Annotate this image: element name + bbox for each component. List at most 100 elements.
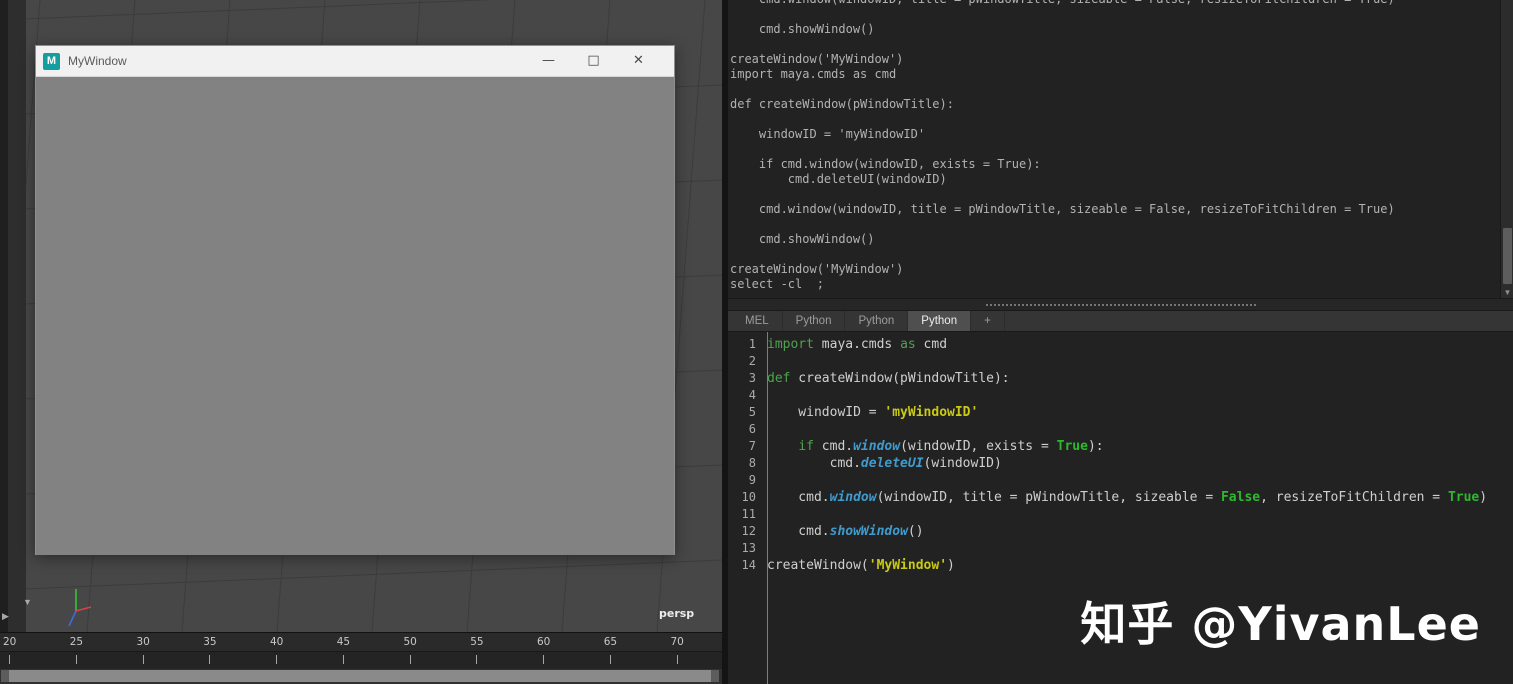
timeline-tick-label: 70	[670, 636, 684, 648]
code-text: cmd.showWindow()	[767, 524, 924, 539]
code-line[interactable]: 7 if cmd.window(windowID, exists = True)…	[728, 438, 1513, 455]
mywindow-titlebar[interactable]: M MyWindow — □ ✕	[36, 46, 674, 77]
scrollbar-thumb[interactable]	[1503, 228, 1512, 284]
history-lines: cmd.window(windowID, title = pWindowTitl…	[728, 0, 1513, 292]
maya-logo-icon: M	[43, 52, 60, 70]
timeline-tick-mark	[676, 655, 678, 664]
history-line	[730, 187, 1513, 202]
code-text: cmd.deleteUI(windowID)	[767, 456, 1002, 471]
code-line[interactable]: 8 cmd.deleteUI(windowID)	[728, 455, 1513, 472]
tab-bar: MEL Python Python Python +	[728, 311, 1513, 332]
window-controls: — □ ✕	[526, 46, 661, 77]
axis-gizmo-icon	[68, 589, 92, 627]
history-line: cmd.showWindow()	[730, 22, 875, 36]
timeline-tick-mark	[75, 655, 77, 664]
timeline-tick-label: 60	[537, 636, 551, 648]
history-pane[interactable]: cmd.window(windowID, title = pWindowTitl…	[728, 0, 1513, 298]
code-line[interactable]: 1 import maya.cmds as cmd	[728, 336, 1513, 353]
scroll-down-icon[interactable]: ▼	[1501, 288, 1513, 297]
line-number: 7	[748, 439, 756, 453]
history-line	[730, 112, 1513, 127]
code-line[interactable]: 10 cmd.window(windowID, title = pWindowT…	[728, 489, 1513, 506]
history-line: def createWindow(pWindowTitle):	[730, 97, 954, 111]
line-number: 10	[741, 490, 756, 504]
code-line[interactable]: 11	[728, 506, 1513, 523]
history-scrollbar[interactable]: ▼	[1500, 0, 1513, 298]
history-line	[730, 142, 1513, 157]
timeline-tick-mark	[142, 655, 144, 664]
script-editor: cmd.window(windowID, title = pWindowTitl…	[728, 0, 1513, 684]
timeline-tick-label: 65	[603, 636, 618, 648]
history-line: cmd.showWindow()	[730, 232, 875, 246]
code-line[interactable]: 12 cmd.showWindow()	[728, 523, 1513, 540]
panel-expand-arrow-icon[interactable]: ▶	[2, 611, 9, 622]
pane-splitter[interactable]	[728, 298, 1513, 311]
timeline-tick-label: 50	[403, 636, 417, 648]
code-text: def createWindow(pWindowTitle):	[767, 371, 1010, 386]
timeline-tick-mark	[543, 655, 544, 664]
maximize-button[interactable]: □	[571, 46, 616, 77]
line-number: 3	[748, 371, 756, 385]
script-tab-mel[interactable]: MEL	[732, 311, 783, 331]
code-text: createWindow('MyWindow')	[767, 558, 955, 573]
panel-edge	[0, 0, 26, 632]
timeline-tick-mark	[476, 655, 478, 664]
history-line: import maya.cmds as cmd	[730, 67, 897, 81]
line-number: 6	[748, 422, 756, 436]
code-text: cmd.window(windowID, title = pWindowTitl…	[767, 490, 1488, 505]
timeline-tick-mark	[9, 655, 10, 664]
timeline-tick-mark	[409, 655, 411, 664]
timeline-tick-label: 30	[136, 636, 150, 648]
timeline-tick-mark	[342, 655, 344, 664]
code-line[interactable]: 13	[728, 540, 1513, 557]
timeline-tick-label: 25	[69, 636, 84, 648]
code-text: if cmd.window(windowID, exists = True):	[798, 439, 1104, 454]
code-line[interactable]: 2	[728, 353, 1513, 370]
history-line: cmd.deleteUI(windowID)	[730, 172, 947, 186]
timeline-tick-label: 20	[3, 636, 17, 648]
code-line[interactable]: 4	[728, 387, 1513, 404]
history-line: createWindow('MyWindow')	[730, 52, 904, 66]
code-line[interactable]: 5 windowID = 'myWindowID'	[728, 404, 1513, 421]
line-number: 9	[748, 473, 756, 487]
maya-application: ▼ ▶ persp M MyWindow — □ ✕ 20 25 30 35 4…	[0, 0, 1513, 684]
close-button[interactable]: ✕	[616, 46, 661, 77]
history-line	[730, 247, 1513, 262]
minimize-button[interactable]: —	[526, 46, 571, 77]
timeline-tick-mark	[209, 655, 211, 664]
range-slider[interactable]	[0, 669, 722, 684]
line-number: 4	[748, 388, 756, 402]
timeline-tick-mark	[276, 655, 277, 664]
history-line: cmd.window(windowID, title = pWindowTitl…	[730, 0, 1513, 7]
code-line[interactable]: 3 def createWindow(pWindowTitle):	[728, 370, 1513, 387]
time-slider[interactable]: 20 25 30 35 40 45 50 55 60 65 70	[0, 632, 722, 670]
line-number: 8	[748, 456, 756, 470]
panel-collapse-arrow-icon[interactable]: ▼	[23, 597, 32, 607]
watermark: 知乎 @YivanLee	[1080, 597, 1481, 651]
timeline-tick-mark	[609, 655, 611, 664]
timeline-tick-label: 35	[203, 636, 217, 648]
history-line	[730, 7, 1513, 22]
perspective-viewport[interactable]: ▼ ▶ persp M MyWindow — □ ✕	[0, 0, 722, 632]
history-line	[730, 82, 1513, 97]
script-tab-python[interactable]: Python	[783, 311, 846, 331]
code-line[interactable]: 6	[728, 421, 1513, 438]
code-line[interactable]: 14 createWindow('MyWindow')	[728, 557, 1513, 574]
code-line[interactable]: 9	[728, 472, 1513, 489]
timeline-tick-band	[0, 651, 722, 670]
history-line	[730, 37, 1513, 52]
line-number: 14	[741, 558, 756, 572]
mywindow-body	[36, 77, 674, 555]
mywindow-title: MyWindow	[68, 54, 127, 68]
script-tab-python[interactable]: Python	[908, 311, 972, 331]
code-text: windowID = 'myWindowID'	[767, 405, 979, 420]
history-line	[730, 217, 1513, 232]
history-line: cmd.window(windowID, title = pWindowTitl…	[730, 202, 1395, 216]
timeline-tick-label: 40	[270, 636, 284, 648]
history-line: createWindow('MyWindow')	[730, 262, 904, 276]
new-tab-button[interactable]: +	[971, 311, 1005, 331]
script-tab-python[interactable]: Python	[845, 311, 909, 331]
gutter-separator	[767, 332, 768, 684]
mywindow-dialog: M MyWindow — □ ✕	[35, 45, 675, 555]
range-slider-bar[interactable]	[1, 670, 719, 682]
